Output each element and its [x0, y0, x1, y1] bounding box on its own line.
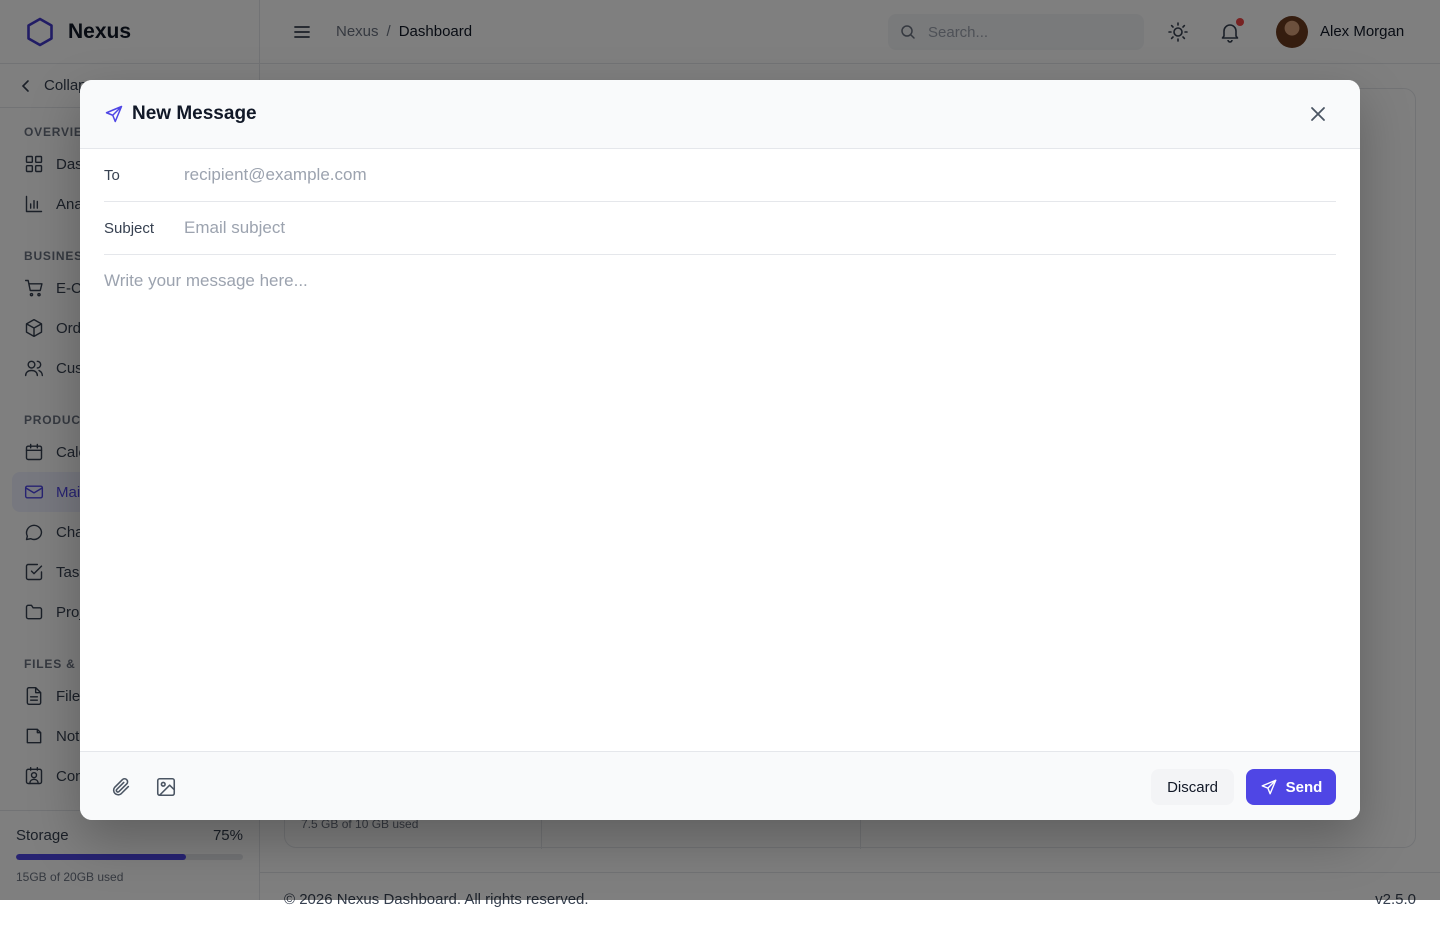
discard-button[interactable]: Discard [1151, 769, 1234, 805]
modal-footer: Discard Send [80, 751, 1360, 820]
to-row: To [104, 149, 1336, 202]
send-label: Send [1285, 778, 1323, 796]
close-icon[interactable] [1308, 104, 1328, 124]
send-icon [1261, 779, 1277, 795]
compose-modal: New Message To Subject Discard Send [80, 80, 1360, 820]
send-icon [105, 105, 123, 123]
to-field[interactable] [184, 165, 1336, 185]
to-label: To [104, 166, 120, 184]
modal-header: New Message [80, 80, 1360, 149]
image-icon[interactable] [155, 776, 177, 798]
subject-row: Subject [104, 202, 1336, 255]
subject-field[interactable] [184, 218, 1336, 238]
message-body[interactable] [104, 271, 1336, 731]
send-button[interactable]: Send [1246, 769, 1336, 805]
modal-title: New Message [132, 103, 257, 124]
paperclip-icon[interactable] [110, 776, 132, 798]
subject-label: Subject [104, 219, 155, 237]
